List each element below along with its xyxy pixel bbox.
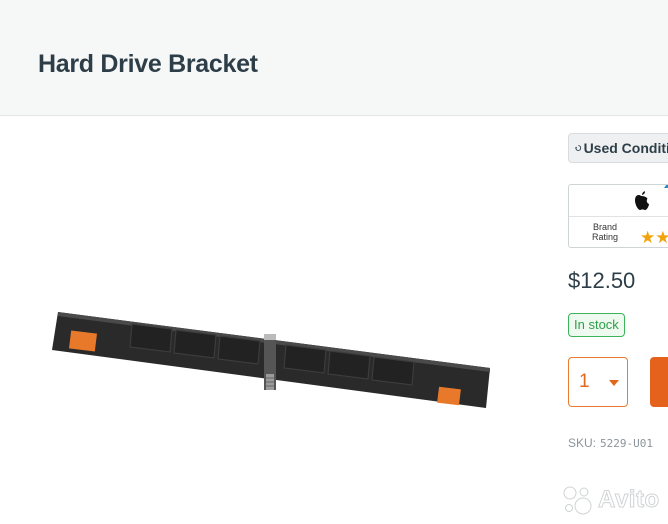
watermark-text: Avito [598, 486, 660, 514]
page-header: Hard Drive Bracket [0, 0, 668, 116]
stock-badge: In stock [568, 313, 625, 337]
condition-label: Used Condition [583, 140, 668, 156]
add-to-cart-button[interactable] [650, 357, 668, 407]
brand-indicator [664, 185, 668, 188]
bracket-slot [129, 323, 173, 353]
bracket-slot [283, 344, 327, 374]
product-price: $12.50 [568, 268, 636, 293]
bracket-slot [371, 356, 415, 386]
bracket-slot [327, 350, 371, 380]
sku-line: SKU: 5229-U01 [568, 436, 653, 450]
condition-badge[interactable]: Used Condition [568, 133, 668, 163]
bracket-slot [217, 335, 261, 365]
avito-logo-icon [563, 486, 592, 515]
quantity-value: 1 [579, 371, 590, 392]
brand-rating-label: Brand Rating [591, 222, 618, 242]
brand-rating-box[interactable]: Brand Rating ★★ [568, 184, 668, 248]
bracket-slot [173, 329, 217, 359]
brand-divider [569, 216, 668, 217]
product-image[interactable] [50, 300, 495, 420]
sku-value: 5229-U01 [600, 437, 653, 450]
apple-icon [635, 191, 649, 210]
rating-stars: ★★ [640, 228, 668, 247]
screw-head-top [264, 334, 276, 340]
orange-tab-right [437, 386, 461, 406]
orange-tab-left [69, 330, 97, 352]
sku-label: SKU: [568, 436, 597, 450]
chevron-down-icon [609, 380, 619, 386]
avito-watermark: Avito [560, 483, 660, 517]
recycle-icon [575, 145, 582, 151]
page-title: Hard Drive Bracket [38, 50, 258, 78]
quantity-select[interactable]: 1 [568, 357, 628, 407]
